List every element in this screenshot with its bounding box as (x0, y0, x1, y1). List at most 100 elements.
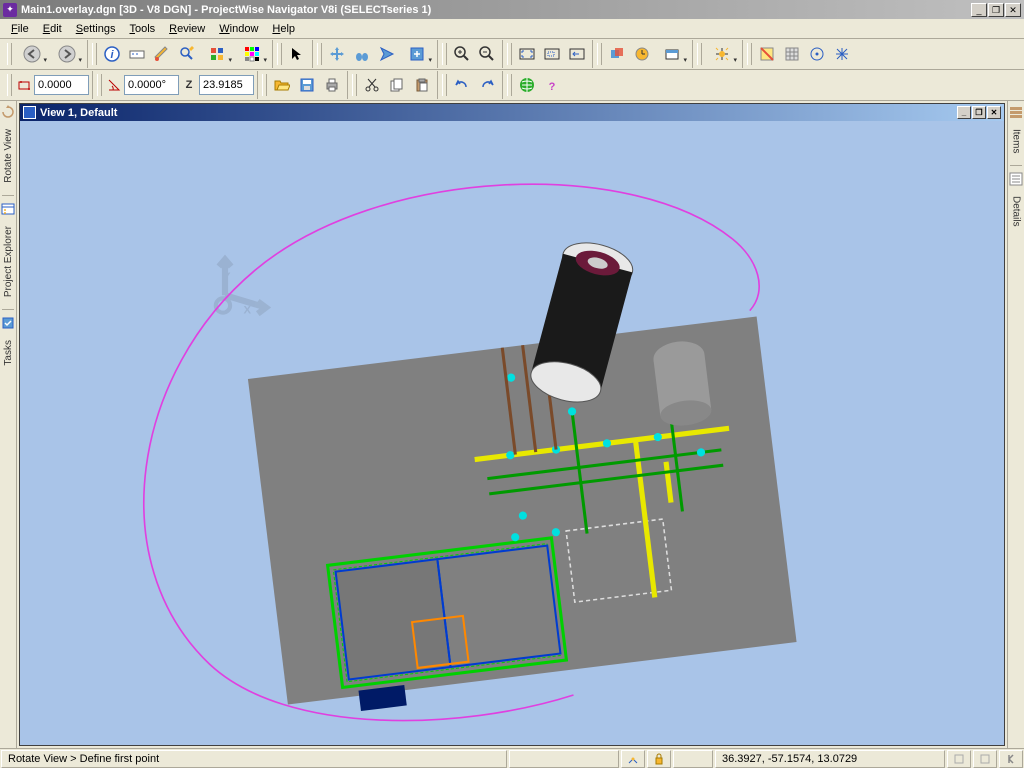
window-area-button[interactable] (540, 42, 564, 66)
status-snap-icon[interactable] (621, 750, 645, 768)
back-button[interactable]: ▾ (15, 42, 49, 66)
toolbar-row-1: ▾ ▾ i ▾ ▾ ▾ ▾ ▾ (0, 39, 1024, 70)
fit-view-button[interactable] (515, 42, 539, 66)
distance-lock-button[interactable] (15, 73, 33, 97)
menu-window[interactable]: Window (212, 21, 265, 37)
copy-button[interactable] (385, 73, 409, 97)
cut-button[interactable] (360, 73, 384, 97)
grip-icon[interactable] (7, 43, 12, 65)
close-button[interactable]: ✕ (1005, 3, 1021, 17)
fly-button[interactable] (375, 42, 399, 66)
view-close-button[interactable]: ✕ (987, 106, 1001, 119)
element-selection-button[interactable] (285, 42, 309, 66)
tab-tasks[interactable]: Tasks (2, 334, 15, 372)
status-file-changed-icon[interactable] (947, 750, 971, 768)
grip-icon[interactable] (507, 43, 512, 65)
tab-items[interactable]: Items (1010, 123, 1023, 159)
toggle-construction-button[interactable] (755, 42, 779, 66)
paste-button[interactable] (410, 73, 434, 97)
schedule-sim-button[interactable] (630, 42, 654, 66)
grip-icon[interactable] (277, 43, 282, 65)
pan-button[interactable] (325, 42, 349, 66)
zoom-in-button[interactable] (450, 42, 474, 66)
status-level[interactable] (673, 750, 713, 768)
toggle-grid-button[interactable] (780, 42, 804, 66)
view-restore-button[interactable]: ❐ (972, 106, 986, 119)
grip-icon[interactable] (92, 43, 97, 65)
minimize-button[interactable]: _ (971, 3, 987, 17)
grip-icon[interactable] (442, 74, 447, 96)
color-table-button[interactable]: ▾ (235, 42, 269, 66)
print-button[interactable] (320, 73, 344, 97)
navigate-view-button[interactable]: ▾ (400, 42, 434, 66)
project-explorer-icon[interactable] (1, 202, 15, 216)
locks-group (4, 71, 93, 99)
status-prompt: Rotate View > Define first point (1, 750, 507, 768)
menu-edit[interactable]: Edit (36, 21, 69, 37)
grip-icon[interactable] (97, 74, 102, 96)
clipboard-group (349, 71, 438, 99)
markup-button[interactable] (150, 42, 174, 66)
accusnap-toggle-button[interactable] (830, 42, 854, 66)
view-titlebar[interactable]: View 1, Default _ ❐ ✕ (20, 104, 1004, 121)
angle-input[interactable] (124, 75, 179, 95)
info-button[interactable]: i (100, 42, 124, 66)
file-ops-group (259, 71, 348, 99)
view-minimize-button[interactable]: _ (957, 106, 971, 119)
items-icon[interactable] (1009, 105, 1023, 119)
viewport-3d[interactable]: Y X (20, 121, 1004, 745)
walk-button[interactable] (350, 42, 374, 66)
window-controls: _ ❐ ✕ (971, 3, 1021, 17)
bentley-home-button[interactable] (515, 73, 539, 97)
rotate-view-icon[interactable] (1, 105, 15, 119)
forward-button[interactable]: ▾ (50, 42, 84, 66)
save-button[interactable] (295, 73, 319, 97)
side-separator (1010, 165, 1022, 166)
status-design-history-icon[interactable] (973, 750, 997, 768)
menu-tools[interactable]: Tools (122, 21, 162, 37)
status-dgn-icon[interactable] (999, 750, 1023, 768)
undo-button[interactable] (450, 73, 474, 97)
grip-icon[interactable] (7, 74, 12, 96)
tasks-icon[interactable] (1, 316, 15, 330)
key-in-button[interactable] (125, 42, 149, 66)
menu-file[interactable]: File (4, 21, 36, 37)
redo-button[interactable] (475, 73, 499, 97)
display-set-button[interactable]: ▾ (200, 42, 234, 66)
menu-help[interactable]: Help (265, 21, 302, 37)
tab-rotate-view[interactable]: Rotate View (2, 123, 15, 189)
grip-icon[interactable] (507, 74, 512, 96)
clash-detection-button[interactable] (605, 42, 629, 66)
svg-text:Y: Y (223, 271, 231, 283)
distance-input[interactable] (34, 75, 89, 95)
tab-details[interactable]: Details (1010, 190, 1023, 233)
view-window: View 1, Default _ ❐ ✕ Y X (19, 103, 1005, 746)
help-button[interactable]: ? (540, 73, 564, 97)
grip-icon[interactable] (442, 43, 447, 65)
toggle-accudraw-button[interactable] (805, 42, 829, 66)
render-mode-button[interactable]: ▾ (655, 42, 689, 66)
find-button[interactable] (175, 42, 199, 66)
svg-text:?: ? (549, 81, 556, 93)
details-icon[interactable] (1009, 172, 1023, 186)
grip-icon[interactable] (697, 43, 702, 65)
angle-lock-button[interactable] (105, 73, 123, 97)
maximize-button[interactable]: ❐ (988, 3, 1004, 17)
grip-icon[interactable] (747, 43, 752, 65)
grip-icon[interactable] (352, 74, 357, 96)
status-lock-icon[interactable] (647, 750, 671, 768)
accusnap-button[interactable]: ▾ (705, 42, 739, 66)
menu-review[interactable]: Review (162, 21, 212, 37)
main-area: Rotate View Project Explorer Tasks View … (0, 101, 1024, 748)
display-group (744, 40, 857, 68)
view-previous-button[interactable] (565, 42, 589, 66)
grip-icon[interactable] (317, 43, 322, 65)
zoom-out-button[interactable] (475, 42, 499, 66)
z-input[interactable] (199, 75, 254, 95)
tab-project-explorer[interactable]: Project Explorer (2, 220, 15, 303)
grip-icon[interactable] (597, 43, 602, 65)
open-button[interactable] (270, 73, 294, 97)
view-title: View 1, Default (40, 107, 117, 119)
grip-icon[interactable] (262, 74, 267, 96)
menu-settings[interactable]: Settings (69, 21, 123, 37)
